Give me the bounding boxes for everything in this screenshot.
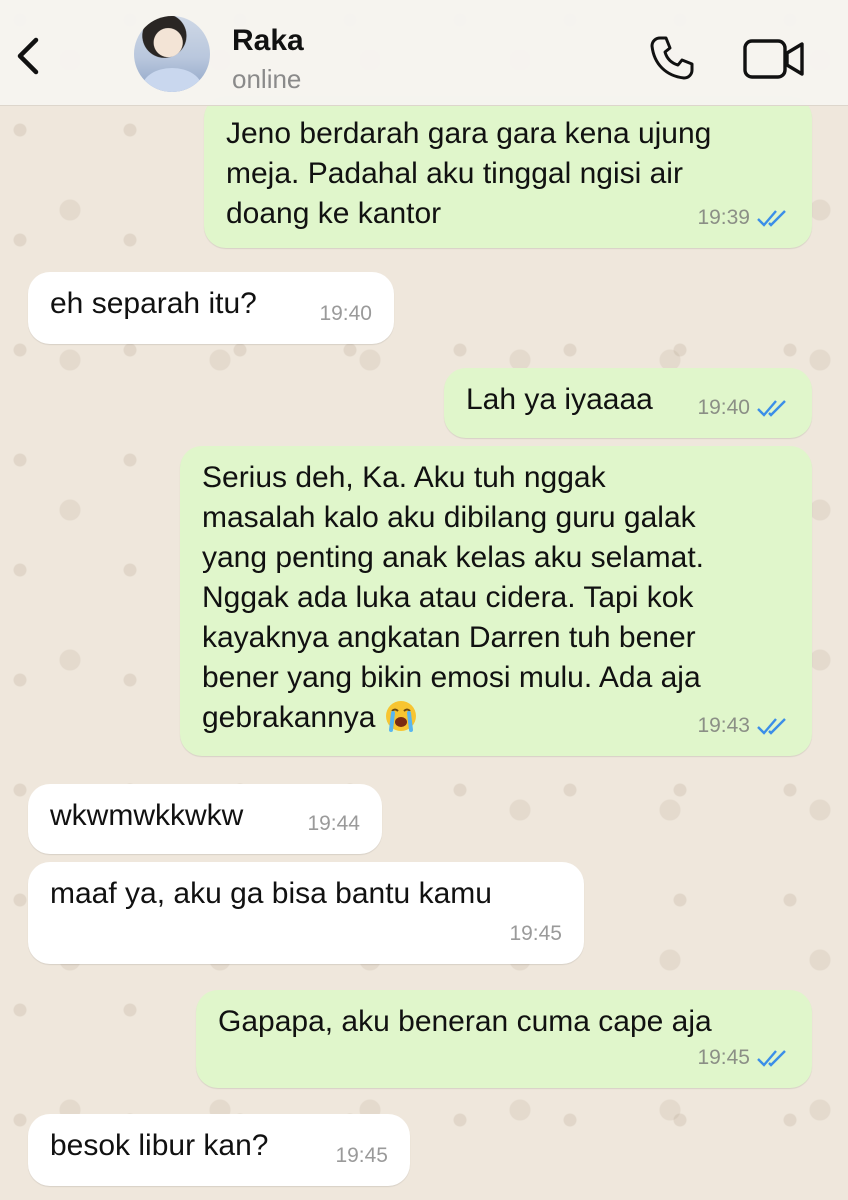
chevron-left-icon[interactable] bbox=[14, 36, 44, 76]
message-meta: 19:40 bbox=[319, 294, 372, 334]
contact-status: online bbox=[232, 64, 302, 94]
double-check-icon bbox=[757, 1050, 786, 1067]
message-text: maaf ya, aku ga bisa bantu kamu bbox=[50, 877, 492, 910]
message-meta: 19:40 bbox=[697, 388, 790, 428]
message-time: 19:45 bbox=[697, 1046, 750, 1069]
message-bubble-incoming[interactable]: wkwmwkkwkw 19:44 bbox=[28, 784, 382, 854]
message-meta: 19:45 bbox=[509, 914, 562, 954]
message-time: 19:40 bbox=[319, 302, 372, 325]
message-bubble-incoming[interactable]: maaf ya, aku ga bisa bantu kamu 19:45 bbox=[28, 862, 584, 964]
message-time: 19:40 bbox=[697, 396, 750, 419]
message-bubble-outgoing[interactable]: Gapapa, aku beneran cuma cape aja 19:45 bbox=[196, 990, 812, 1088]
contact-name[interactable]: Raka bbox=[232, 24, 304, 58]
message-meta: 19:45 bbox=[697, 1038, 790, 1078]
message-time: 19:43 bbox=[697, 714, 750, 737]
double-check-icon bbox=[757, 718, 786, 735]
chat-header: Raka online bbox=[0, 0, 848, 106]
message-bubble-incoming[interactable]: eh separah itu? 19:40 bbox=[28, 272, 394, 344]
message-bubble-outgoing[interactable]: Jeno berdarah gara gara kena ujung meja.… bbox=[204, 96, 812, 248]
message-text: Serius deh, Ka. Aku tuh nggak masalah ka… bbox=[202, 461, 704, 734]
message-time: 19:45 bbox=[335, 1144, 388, 1167]
message-bubble-outgoing[interactable]: Lah ya iyaaaa 19:40 bbox=[444, 368, 812, 438]
message-meta: 19:43 bbox=[697, 706, 790, 746]
double-check-icon bbox=[757, 210, 786, 227]
message-meta: 19:39 bbox=[697, 198, 790, 238]
message-meta: 19:44 bbox=[307, 804, 360, 844]
message-bubble-incoming[interactable]: besok libur kan? 19:45 bbox=[28, 1114, 410, 1186]
message-meta: 19:45 bbox=[335, 1136, 388, 1176]
message-bubble-outgoing[interactable]: Serius deh, Ka. Aku tuh nggak masalah ka… bbox=[180, 446, 812, 756]
message-text: Gapapa, aku beneran cuma cape aja bbox=[218, 1005, 712, 1038]
video-camera-icon[interactable] bbox=[742, 38, 806, 80]
message-time: 19:45 bbox=[509, 922, 562, 945]
phone-icon[interactable] bbox=[648, 34, 696, 82]
message-time: 19:39 bbox=[697, 206, 750, 229]
double-check-icon bbox=[757, 400, 786, 417]
loudly-crying-face-icon bbox=[385, 701, 416, 732]
avatar[interactable] bbox=[134, 16, 210, 92]
message-time: 19:44 bbox=[307, 812, 360, 835]
